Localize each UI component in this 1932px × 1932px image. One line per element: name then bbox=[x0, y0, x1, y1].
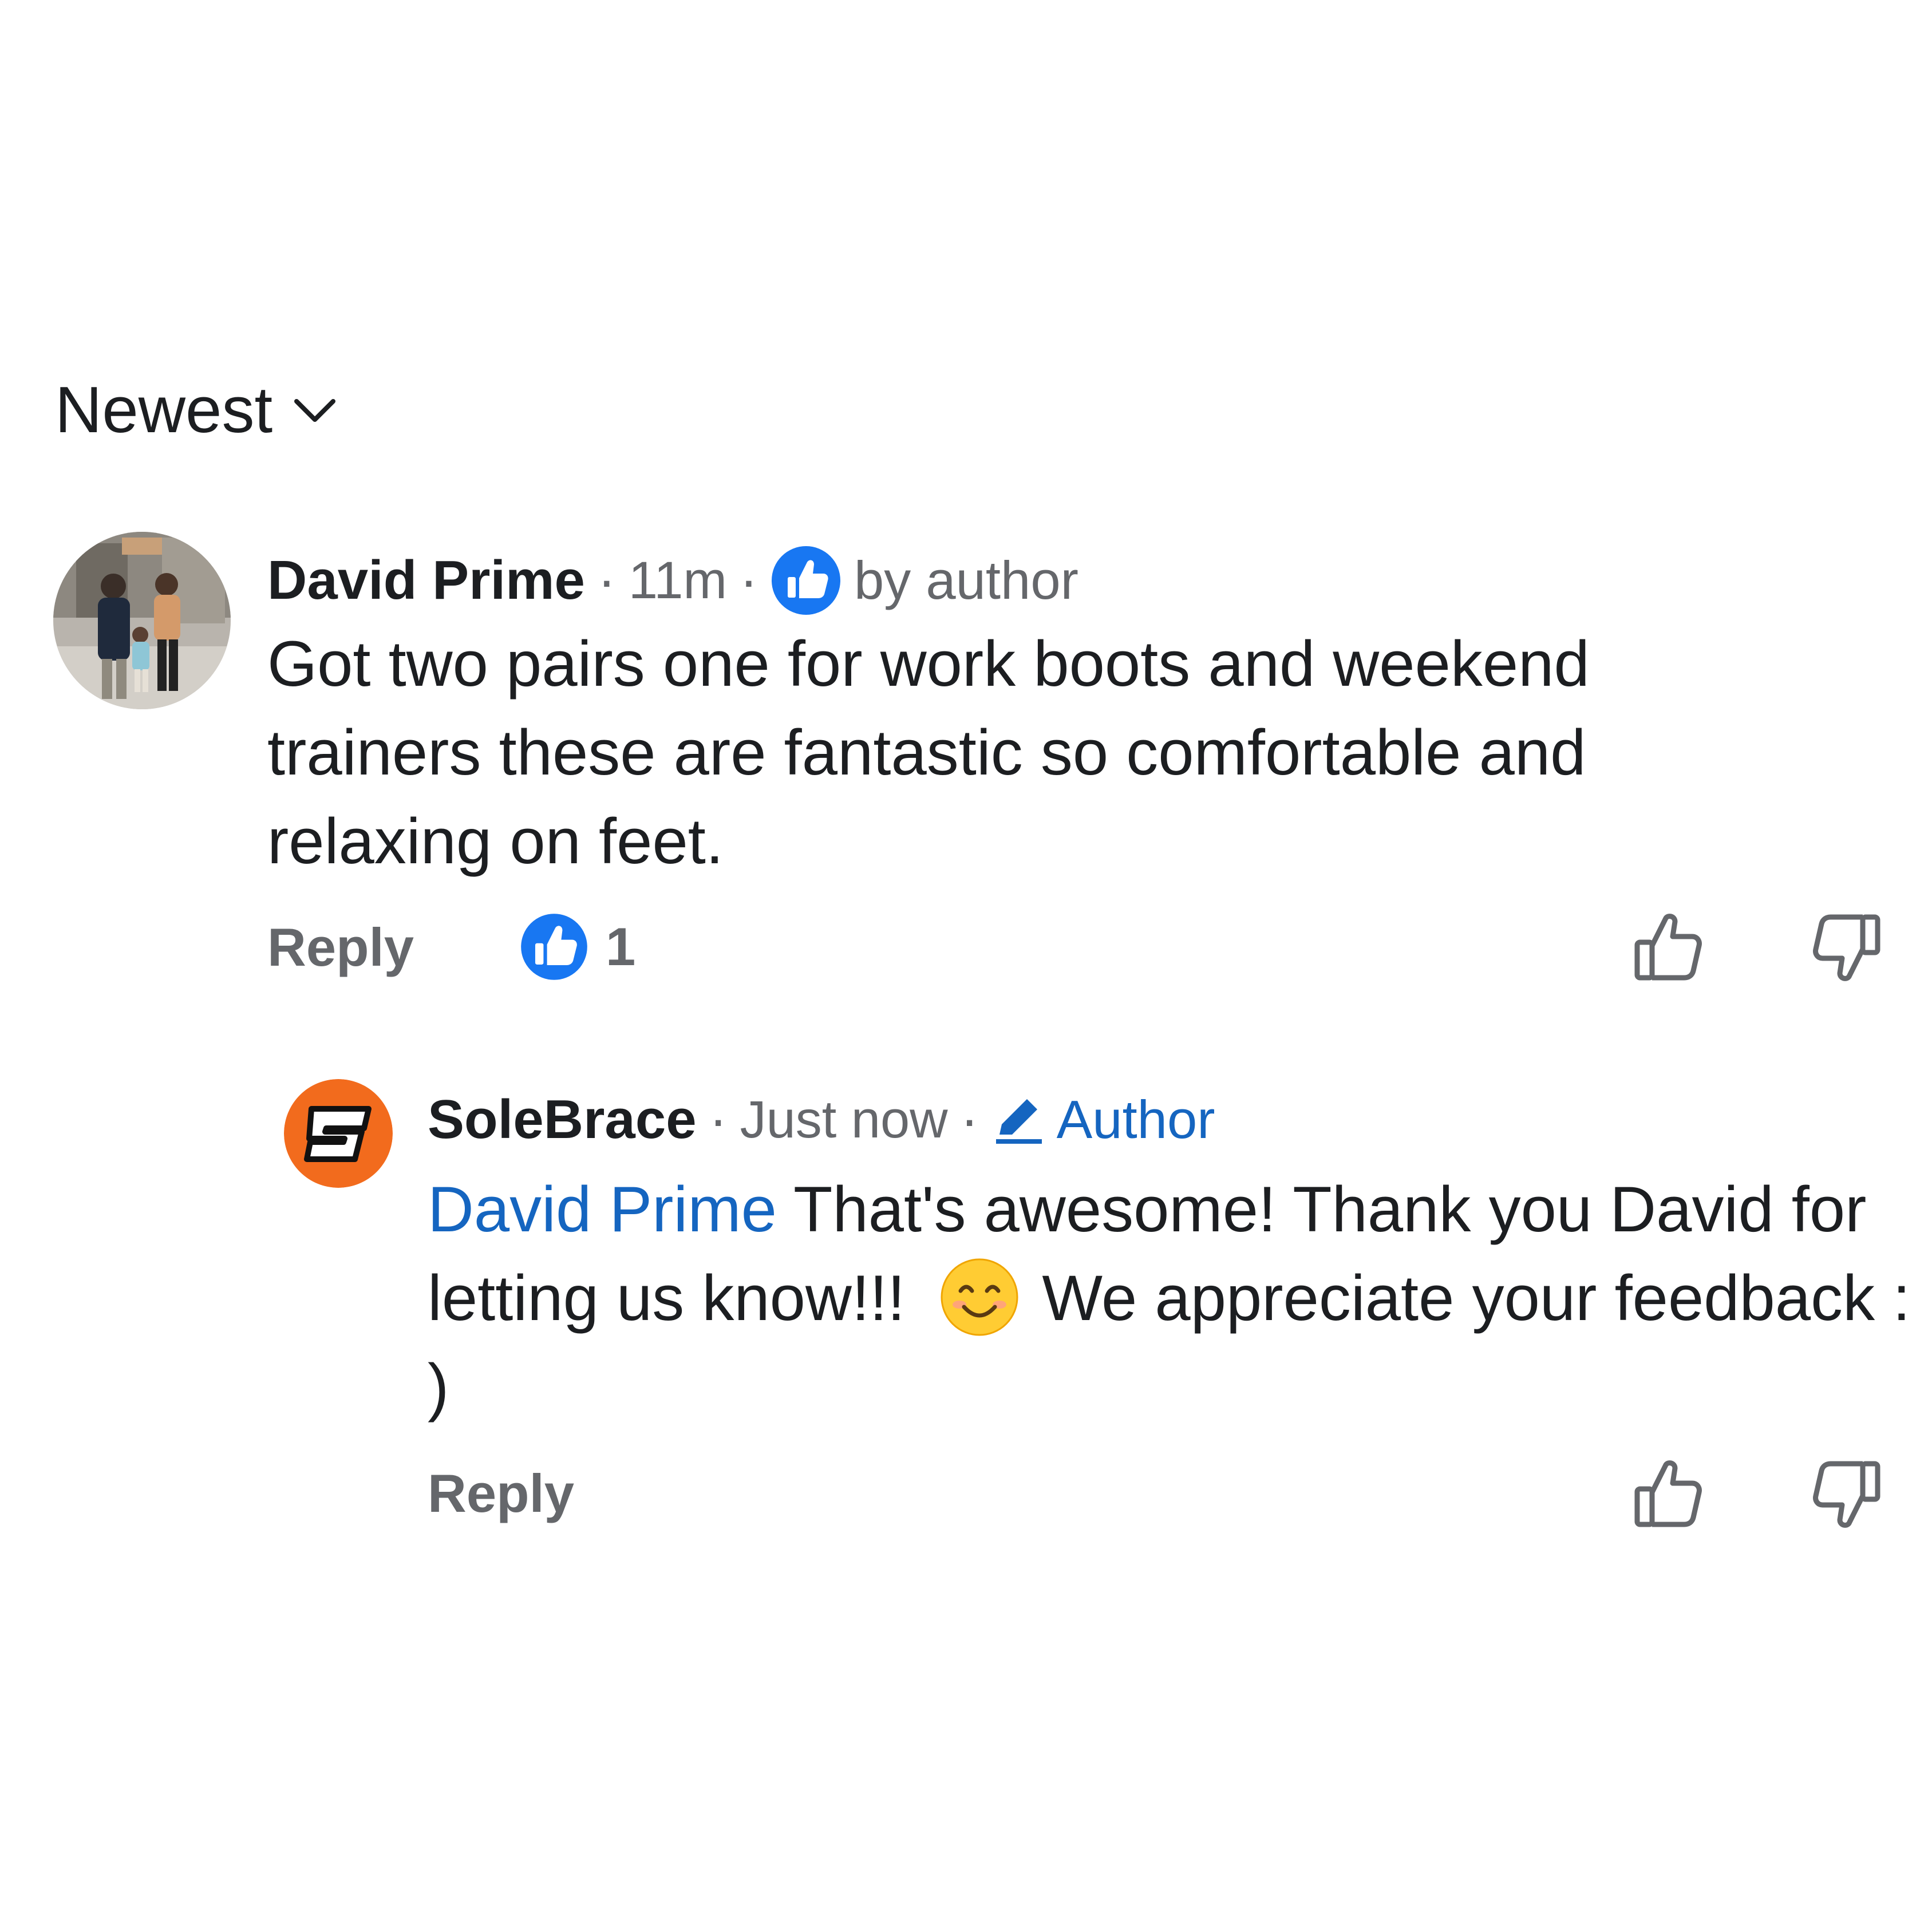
thumbs-up-icon bbox=[1634, 914, 1702, 981]
mention-link[interactable]: David Prime bbox=[428, 1174, 777, 1245]
liked-by-author-label: by author bbox=[854, 550, 1078, 610]
sort-dropdown[interactable]: Newest bbox=[55, 378, 337, 443]
timestamp: Just now bbox=[740, 1091, 948, 1149]
dislike-button[interactable] bbox=[1809, 1457, 1883, 1531]
reply-button[interactable]: Reply bbox=[267, 920, 414, 974]
pencil-icon bbox=[995, 1099, 1042, 1144]
reaction-summary[interactable]: 1 bbox=[517, 910, 635, 983]
comment-header: SoleBrace · Just now · Author bbox=[428, 1092, 1215, 1147]
separator: · bbox=[709, 1089, 728, 1150]
like-button[interactable] bbox=[1631, 910, 1706, 985]
comment-body: Got two pairs one for work boots and wee… bbox=[267, 628, 1590, 877]
thumbs-down-icon bbox=[1813, 1461, 1880, 1528]
separator: · bbox=[740, 550, 758, 611]
chevron-down-icon bbox=[293, 397, 337, 424]
like-button[interactable] bbox=[1631, 1457, 1706, 1531]
reaction-count: 1 bbox=[606, 916, 636, 977]
author-name[interactable]: David Prime bbox=[267, 553, 585, 608]
separator: · bbox=[960, 1089, 979, 1150]
smiling-face-emoji bbox=[940, 1258, 1019, 1337]
sort-label: Newest bbox=[55, 374, 273, 447]
timestamp: 11m bbox=[628, 551, 728, 610]
comment-header: David Prime · 11m · by author bbox=[267, 545, 1078, 616]
avatar[interactable] bbox=[53, 532, 231, 709]
thumbs-down-icon bbox=[1813, 914, 1880, 981]
comment-body: David Prime That's awesome! Thank you Da… bbox=[428, 1165, 1916, 1431]
dislike-button[interactable] bbox=[1809, 910, 1883, 985]
author-name[interactable]: SoleBrace bbox=[428, 1092, 697, 1147]
author-badge: Author bbox=[1056, 1089, 1215, 1149]
thumbs-up-filled-icon bbox=[771, 546, 840, 615]
reply-button[interactable]: Reply bbox=[428, 1467, 574, 1520]
thumbs-up-icon bbox=[1634, 1460, 1702, 1527]
separator: · bbox=[597, 550, 616, 611]
brand-logo-avatar[interactable] bbox=[284, 1079, 393, 1188]
thumbs-up-filled-icon bbox=[519, 911, 590, 982]
